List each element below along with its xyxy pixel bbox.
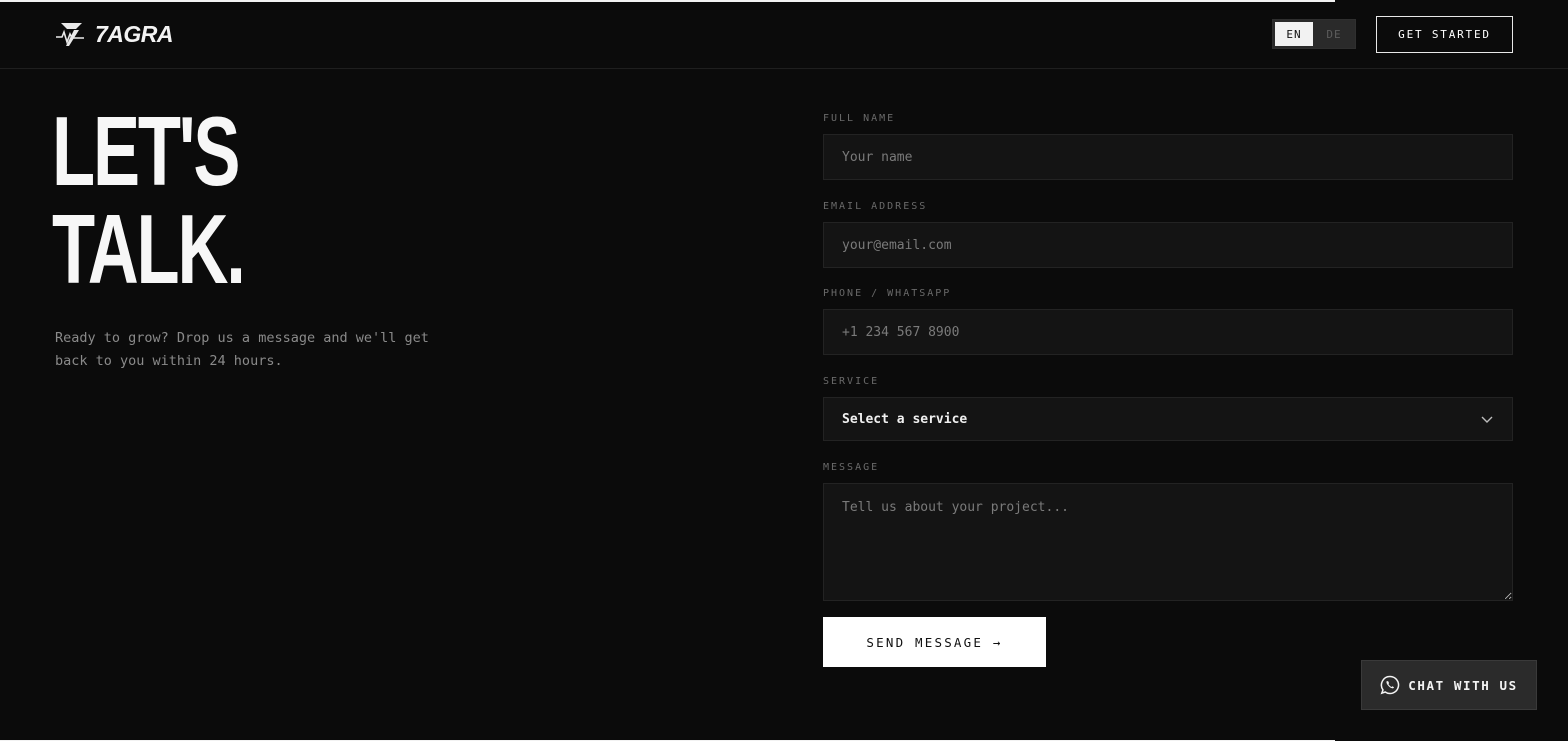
service-select-value: Select a service xyxy=(842,411,968,427)
language-switcher: EN DE xyxy=(1272,19,1356,49)
brand-name: 7AGRA xyxy=(95,20,174,47)
lang-option-en[interactable]: EN xyxy=(1275,22,1313,46)
brand-logo[interactable]: 7AGRA xyxy=(55,20,174,48)
full-name-label: FULL NAME xyxy=(823,113,896,124)
get-started-button[interactable]: GET STARTED xyxy=(1376,16,1513,53)
whatsapp-icon xyxy=(1380,675,1400,695)
chat-with-us-button[interactable]: CHAT WITH US xyxy=(1361,660,1537,710)
lang-option-de[interactable]: DE xyxy=(1315,22,1353,46)
page-title: LET'S TALK. xyxy=(52,96,246,304)
message-label: MESSAGE xyxy=(823,462,880,473)
page-title-line-1: LET'S xyxy=(52,96,240,206)
service-select[interactable]: Select a service xyxy=(823,397,1513,441)
site-header: 7AGRA EN DE GET STARTED xyxy=(0,2,1568,69)
page-subtitle: Ready to grow? Drop us a message and we'… xyxy=(55,330,429,369)
service-label: SERVICE xyxy=(823,376,880,387)
contact-form: FULL NAME EMAIL ADDRESS PHONE / WHATSAPP… xyxy=(823,112,1513,667)
contact-page: 7AGRA EN DE GET STARTED LET'S TALK. Read… xyxy=(0,0,1568,741)
phone-label: PHONE / WHATSAPP xyxy=(823,288,952,299)
email-label: EMAIL ADDRESS xyxy=(823,201,928,212)
phone-input[interactable] xyxy=(823,309,1513,355)
email-input[interactable] xyxy=(823,222,1513,268)
chevron-down-icon xyxy=(1481,416,1493,423)
page-title-line-2: TALK. xyxy=(52,194,246,304)
message-textarea[interactable] xyxy=(823,483,1513,601)
full-name-input[interactable] xyxy=(823,134,1513,180)
lightning-heartbeat-icon xyxy=(56,23,84,46)
send-message-button[interactable]: SEND MESSAGE → xyxy=(823,617,1046,667)
chat-label: CHAT WITH US xyxy=(1408,677,1518,693)
